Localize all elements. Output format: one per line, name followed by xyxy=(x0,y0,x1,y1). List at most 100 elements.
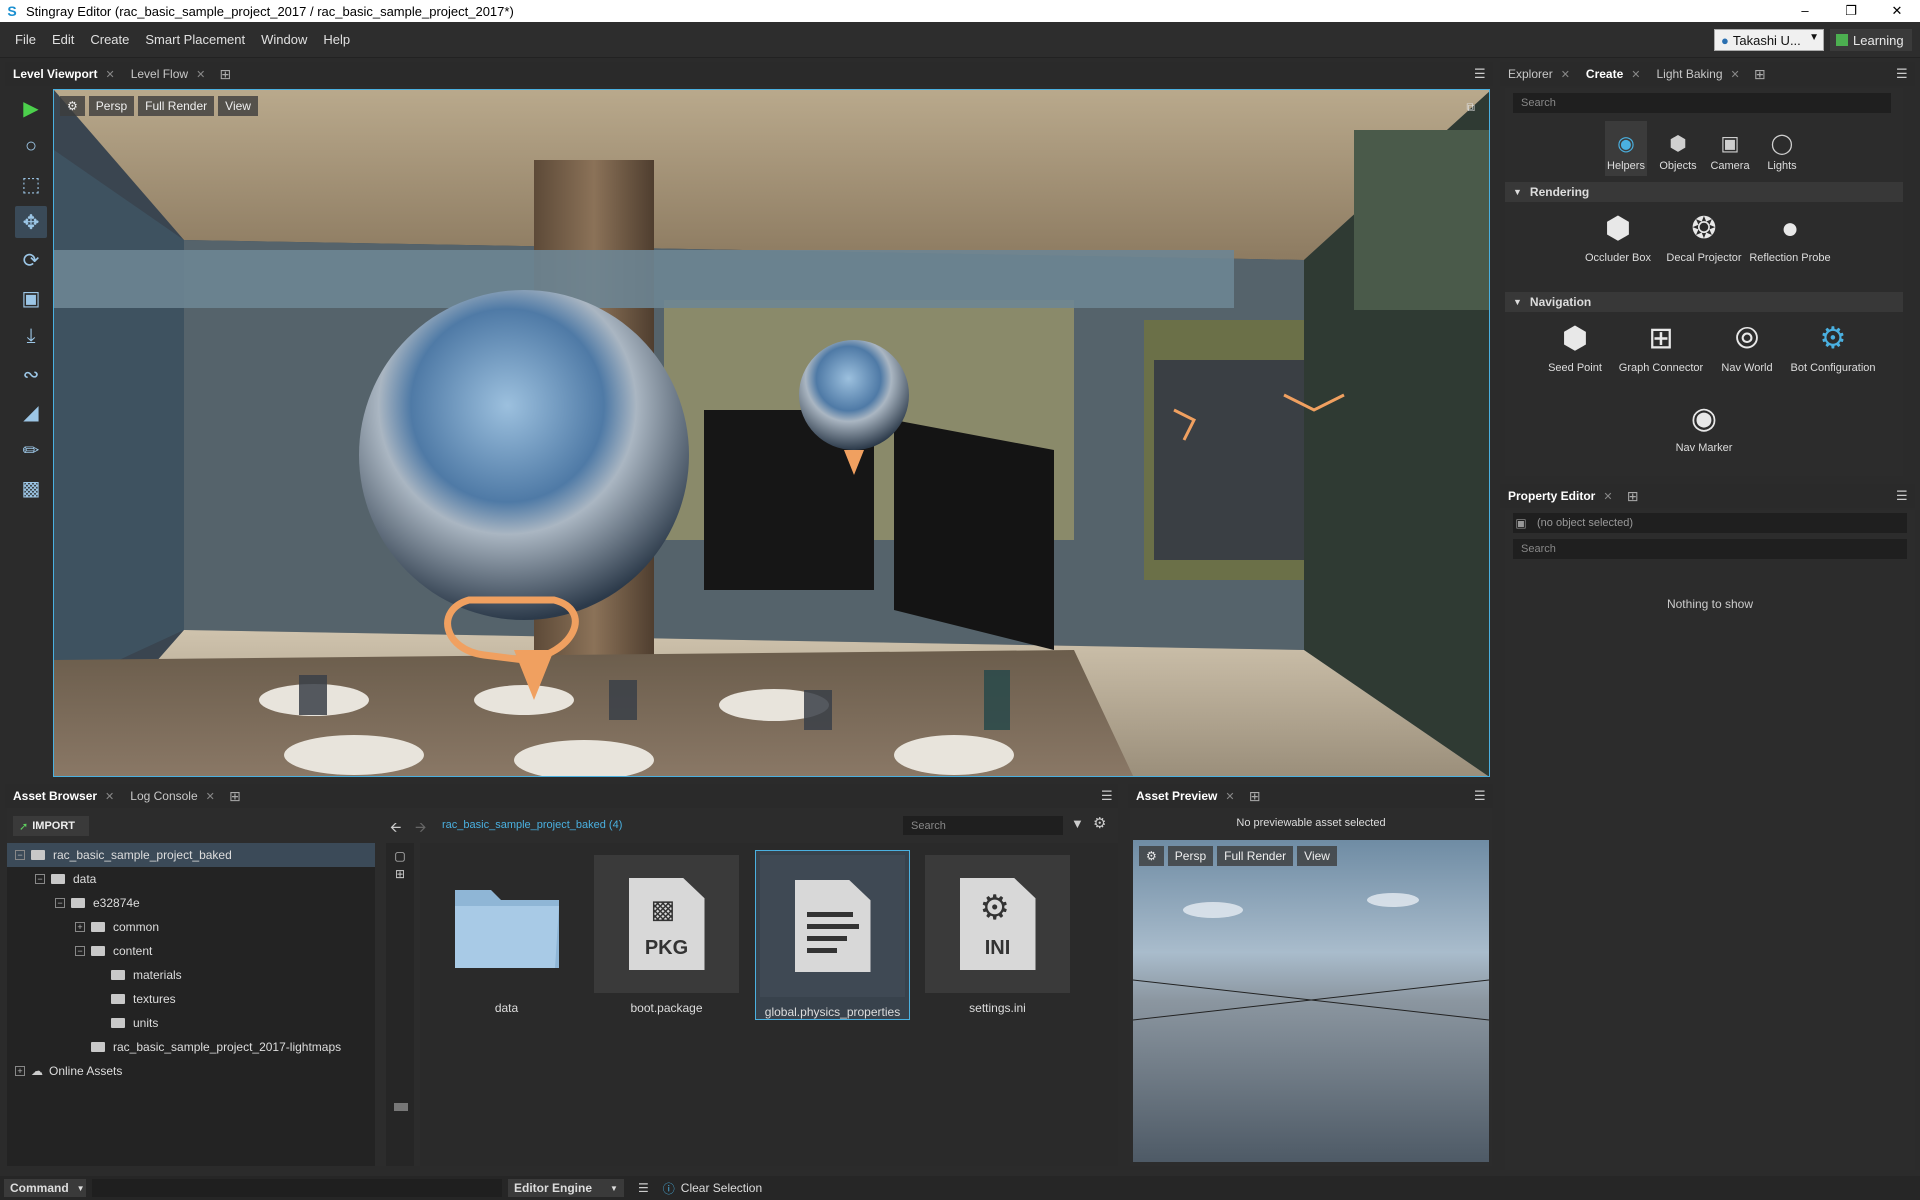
close-icon[interactable]: ✕ xyxy=(1731,68,1740,81)
close-icon[interactable]: ✕ xyxy=(1225,790,1234,803)
add-tab-icon[interactable]: ⊞ xyxy=(1243,788,1267,805)
asset-data[interactable]: data xyxy=(434,855,579,1015)
item-graph-connector[interactable]: ⊞ Graph Connector xyxy=(1618,316,1704,396)
item-decal-projector[interactable]: ❂ Decal Projector xyxy=(1661,206,1747,286)
breadcrumb[interactable]: rac_basic_sample_project_baked (4) xyxy=(442,819,622,831)
close-icon[interactable]: ✕ xyxy=(1631,68,1640,81)
move-tool-icon[interactable]: ✥ xyxy=(15,206,47,238)
item-bot-configuration[interactable]: ⚙ Bot Configuration xyxy=(1790,316,1876,396)
paint-tool-icon[interactable]: ✏ xyxy=(15,434,47,466)
menu-edit[interactable]: Edit xyxy=(44,32,82,47)
close-icon[interactable]: ✕ xyxy=(105,790,114,803)
menu-window[interactable]: Window xyxy=(253,32,315,47)
layers-tool-icon[interactable]: ▩ xyxy=(15,472,47,504)
scale-tool-icon[interactable]: ▣ xyxy=(15,282,47,314)
asset-global-physics-properties[interactable]: global.physics_properties xyxy=(755,850,910,1020)
menu-hamburger-icon[interactable]: ☰ xyxy=(1101,788,1113,804)
tree-item[interactable]: + ☁ Online Assets xyxy=(7,1059,375,1083)
category-lights[interactable]: ◯ Lights xyxy=(1761,121,1803,176)
tree-item[interactable]: − content xyxy=(7,939,375,963)
zoom-slider-handle[interactable] xyxy=(394,1103,408,1111)
place-tool-icon[interactable]: ⤓ xyxy=(15,320,47,352)
lock-icon[interactable]: ▣ xyxy=(1513,516,1529,530)
menu-hamburger-icon[interactable]: ☰ xyxy=(1896,66,1908,82)
snap-tool-icon[interactable]: ∾ xyxy=(15,358,47,390)
gear-icon[interactable]: ⚙ xyxy=(1139,846,1164,866)
menu-help[interactable]: Help xyxy=(315,32,358,47)
level-viewport[interactable]: ⚙ Persp Full Render View ⧉ xyxy=(53,89,1490,777)
command-dropdown[interactable]: Command ▼ xyxy=(4,1179,86,1197)
tab-light-baking[interactable]: Light Baking ✕ xyxy=(1648,62,1747,86)
preview-viewport[interactable]: ⚙ Persp Full Render View xyxy=(1133,840,1489,1162)
add-folder-icon[interactable]: ⊞ xyxy=(386,867,414,881)
engine-dropdown[interactable]: Editor Engine ▼ xyxy=(508,1179,624,1197)
tree-item[interactable]: units xyxy=(7,1011,375,1035)
command-input[interactable] xyxy=(92,1179,502,1197)
close-icon[interactable]: ✕ xyxy=(206,790,215,803)
section-navigation[interactable]: ▼ Navigation xyxy=(1505,292,1903,312)
tree-item[interactable]: textures xyxy=(7,987,375,1011)
tree-item[interactable]: materials xyxy=(7,963,375,987)
tab-create[interactable]: Create ✕ xyxy=(1578,62,1649,86)
add-tab-icon[interactable]: ⊞ xyxy=(1621,488,1645,505)
full-render-button[interactable]: Full Render xyxy=(1217,846,1294,866)
gear-icon[interactable]: ⚙ xyxy=(60,96,85,116)
add-tab-icon[interactable]: ⊞ xyxy=(213,66,237,83)
add-tab-icon[interactable]: ⊞ xyxy=(223,788,247,805)
gamepad-icon[interactable]: ○ xyxy=(15,130,47,162)
rotate-tool-icon[interactable]: ⟳ xyxy=(15,244,47,276)
close-icon[interactable]: ✕ xyxy=(1561,68,1570,81)
tab-property-editor[interactable]: Property Editor ✕ xyxy=(1500,484,1621,508)
filter-icon[interactable]: ▼ xyxy=(1071,816,1084,831)
item-seed-point[interactable]: ⬢ Seed Point xyxy=(1532,316,1618,396)
item-reflection-probe[interactable]: ● Reflection Probe xyxy=(1747,206,1833,286)
tree-item[interactable]: − rac_basic_sample_project_baked xyxy=(7,843,375,867)
tab-explorer[interactable]: Explorer ✕ xyxy=(1500,62,1578,86)
list-icon[interactable]: ☰ xyxy=(638,1181,649,1195)
tab-log-console[interactable]: Log Console ✕ xyxy=(122,784,223,808)
menu-create[interactable]: Create xyxy=(82,32,137,47)
forward-arrow-icon[interactable]: 🡪 xyxy=(415,817,426,841)
full-render-button[interactable]: Full Render xyxy=(138,96,215,116)
back-arrow-icon[interactable]: 🡨 xyxy=(390,817,401,841)
category-camera[interactable]: ▣ Camera xyxy=(1709,121,1751,176)
restore-icon[interactable]: ❐ xyxy=(1828,0,1874,22)
user-dropdown[interactable]: ● Takashi U... ▼ xyxy=(1714,29,1824,51)
tab-level-flow[interactable]: Level Flow ✕ xyxy=(123,62,214,86)
tree-item[interactable]: − e32874e xyxy=(7,891,375,915)
minimize-icon[interactable]: – xyxy=(1782,0,1828,22)
view-button[interactable]: View xyxy=(218,96,258,116)
menu-smart-placement[interactable]: Smart Placement xyxy=(137,32,253,47)
learning-button[interactable]: Learning xyxy=(1830,29,1912,51)
close-icon[interactable]: ✕ xyxy=(1603,490,1612,503)
item-nav-marker[interactable]: ◉ Nav Marker xyxy=(1661,396,1747,476)
gear-icon[interactable]: ⚙ xyxy=(1093,814,1106,832)
category-helpers[interactable]: ◉ Helpers xyxy=(1605,121,1647,176)
ruler-tool-icon[interactable]: ◢ xyxy=(15,396,47,428)
close-icon[interactable]: ✕ xyxy=(1874,0,1920,22)
menu-hamburger-icon[interactable]: ☰ xyxy=(1474,788,1486,804)
asset-search-input[interactable]: Search xyxy=(903,816,1063,835)
tab-level-viewport[interactable]: Level Viewport ✕ xyxy=(5,62,123,86)
asset-settings-ini[interactable]: ⚙ INI settings.ini xyxy=(925,855,1070,1015)
category-objects[interactable]: ⬢ Objects xyxy=(1657,121,1699,176)
item-nav-world[interactable]: ⦾ Nav World xyxy=(1704,316,1790,396)
property-search-input[interactable]: Search xyxy=(1513,539,1907,559)
persp-button[interactable]: Persp xyxy=(1167,846,1214,866)
asset-boot-package[interactable]: ▩ PKG boot.package xyxy=(594,855,739,1015)
play-icon[interactable]: ▶ xyxy=(15,92,47,124)
tab-asset-browser[interactable]: Asset Browser ✕ xyxy=(5,784,122,808)
item-occluder-box[interactable]: ⬢ Occluder Box xyxy=(1575,206,1661,286)
tab-asset-preview[interactable]: Asset Preview ✕ xyxy=(1128,784,1243,808)
create-search-input[interactable]: Search xyxy=(1513,93,1891,113)
persp-button[interactable]: Persp xyxy=(88,96,135,116)
select-tool-icon[interactable]: ⬚ xyxy=(15,168,47,200)
maximize-icon[interactable]: ⧉ xyxy=(1466,100,1475,115)
menu-hamburger-icon[interactable]: ☰ xyxy=(1896,488,1908,504)
close-icon[interactable]: ✕ xyxy=(105,68,114,81)
section-rendering[interactable]: ▼ Rendering xyxy=(1505,182,1903,202)
close-icon[interactable]: ✕ xyxy=(196,68,205,81)
tree-item[interactable]: rac_basic_sample_project_2017-lightmaps xyxy=(7,1035,375,1059)
view-button[interactable]: View xyxy=(1297,846,1337,866)
folder-view-icon[interactable]: ▢ xyxy=(386,849,414,863)
